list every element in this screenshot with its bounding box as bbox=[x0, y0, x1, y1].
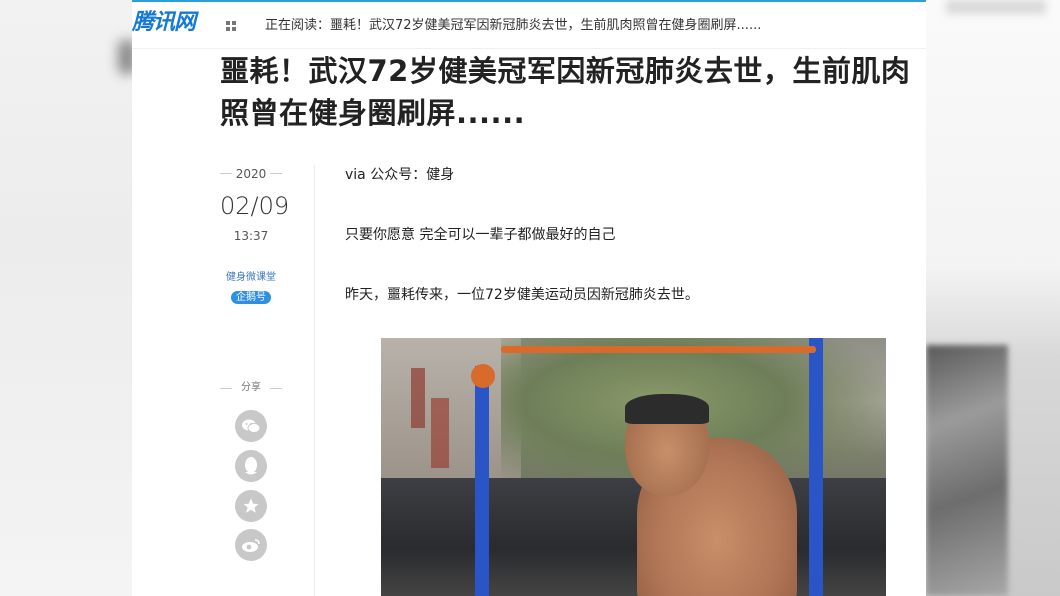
penguin-account-badge: 企鹅号 bbox=[231, 291, 271, 304]
wechat-icon bbox=[242, 419, 261, 434]
publish-time: 13:37 bbox=[233, 229, 269, 243]
share-wechat-button[interactable] bbox=[235, 410, 267, 442]
menu-grid-icon[interactable] bbox=[226, 21, 237, 32]
now-reading-label: 正在阅读：噩耗！武汉72岁健美冠军因新冠肺炎去世，生前肌肉照曾在健身圈刷屏...… bbox=[265, 18, 762, 33]
article-paragraph: 只要你愿意 完全可以一辈子都做最好的自己 bbox=[345, 227, 616, 243]
share-favorite-button[interactable] bbox=[235, 490, 267, 522]
favorite-star-icon bbox=[243, 498, 259, 513]
article-paragraph: via 公众号：健身 bbox=[345, 167, 455, 183]
article-headline: 噩耗！武汉72岁健美冠军因新冠肺炎去世，生前肌肉照曾在健身圈刷屏...... bbox=[220, 54, 911, 130]
article-paragraph: 昨天，噩耗传来，一位72岁健美运动员因新冠肺炎去世。 bbox=[345, 287, 699, 303]
blurred-background-right bbox=[926, 0, 1060, 596]
share-weibo-button[interactable] bbox=[235, 529, 267, 561]
site-logo[interactable]: 腾讯网 bbox=[132, 8, 196, 38]
publish-date: 02/09 bbox=[220, 192, 290, 220]
article-photo bbox=[381, 338, 886, 596]
publish-year: 2020 bbox=[235, 167, 267, 181]
weibo-icon bbox=[242, 539, 260, 552]
author-link[interactable]: 健身微课堂 bbox=[220, 271, 282, 285]
blurred-background-left bbox=[0, 0, 136, 596]
share-qq-button[interactable] bbox=[235, 450, 267, 482]
qq-icon bbox=[245, 457, 257, 475]
column-divider bbox=[314, 165, 315, 596]
share-label: 分享 bbox=[220, 380, 282, 396]
top-bar: 腾讯网 正在阅读：噩耗！武汉72岁健美冠军因新冠肺炎去世，生前肌肉照曾在健身圈刷… bbox=[132, 0, 926, 48]
article-meta: 2020 02/09 13:37 健身微课堂 企鹅号 bbox=[220, 163, 290, 304]
article-page: 腾讯网 正在阅读：噩耗！武汉72岁健美冠军因新冠肺炎去世，生前肌肉照曾在健身圈刷… bbox=[132, 0, 926, 596]
